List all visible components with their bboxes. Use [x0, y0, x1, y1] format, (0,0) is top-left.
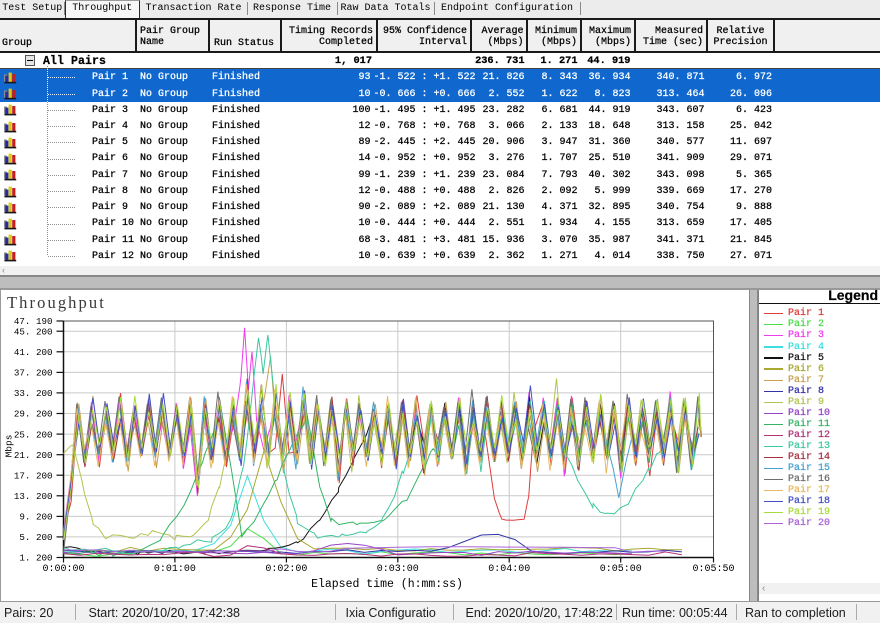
svg-text:21. 200: 21. 200: [14, 450, 53, 461]
svg-text:29. 200: 29. 200: [14, 409, 53, 420]
svg-text:33. 200: 33. 200: [14, 388, 53, 399]
svg-text:0:00:00: 0:00:00: [42, 564, 84, 575]
svg-text:5. 200: 5. 200: [19, 532, 52, 543]
svg-text:45. 200: 45. 200: [14, 326, 53, 337]
svg-text:25. 200: 25. 200: [14, 429, 53, 440]
svg-text:13. 200: 13. 200: [14, 491, 53, 502]
svg-text:9. 200: 9. 200: [19, 512, 52, 523]
svg-text:0:01:00: 0:01:00: [154, 564, 196, 575]
svg-text:1. 200: 1. 200: [19, 553, 52, 564]
svg-text:17. 200: 17. 200: [14, 470, 53, 481]
svg-text:Mbps: Mbps: [4, 435, 15, 458]
svg-text:0:02:00: 0:02:00: [265, 564, 307, 575]
svg-text:0:05:50: 0:05:50: [692, 564, 734, 575]
svg-text:37. 200: 37. 200: [14, 368, 53, 379]
svg-text:41. 200: 41. 200: [14, 347, 53, 358]
svg-text:0:04:00: 0:04:00: [488, 564, 530, 575]
svg-text:0:03:00: 0:03:00: [377, 564, 419, 575]
svg-text:0:05:00: 0:05:00: [600, 564, 642, 575]
svg-text:Elapsed time (h:mm:ss): Elapsed time (h:mm:ss): [311, 578, 463, 591]
